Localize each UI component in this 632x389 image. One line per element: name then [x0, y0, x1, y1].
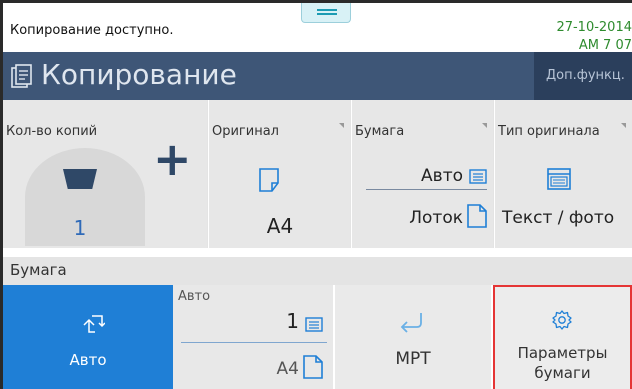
paper-auto-button[interactable]: Авто	[3, 285, 173, 389]
tray-number: 1	[286, 309, 299, 333]
paper-source: Лоток	[409, 208, 463, 228]
handle-line-icon	[317, 13, 337, 15]
document-icon	[303, 355, 323, 379]
decrease-copies-button[interactable]	[63, 169, 97, 189]
handle-line-icon	[317, 9, 337, 11]
copy-screen: Копирование доступно. 27-10-2014 AM 7 07…	[0, 0, 632, 389]
original-type-setting[interactable]: Тип оригинала Текст / фото	[494, 100, 632, 248]
paper-tray-1-button[interactable]: Авто 1 A4	[173, 285, 333, 389]
gear-icon	[552, 310, 572, 330]
paper-tray-icon	[469, 169, 487, 184]
settings-row: Кол-во копий + 1 Оригинал A4 Бумага Авто	[3, 100, 632, 248]
status-time: AM 7 07	[578, 38, 632, 53]
auto-paper-icon	[83, 315, 105, 333]
corner-marker-icon	[339, 123, 344, 128]
copies-count[interactable]: 1	[63, 216, 97, 240]
copies-label: Кол-во копий	[6, 124, 98, 139]
paper-settings-label: Параметры бумаги	[495, 343, 630, 383]
paper-mpt-button[interactable]: МРТ	[335, 285, 491, 389]
copies-setting: Кол-во копий + 1	[3, 100, 207, 248]
bypass-tray-icon	[400, 313, 422, 333]
original-type-value: Текст / фото	[502, 208, 615, 228]
document-icon	[467, 204, 487, 228]
original-setting[interactable]: Оригинал A4	[208, 100, 350, 248]
copy-icon	[11, 64, 32, 88]
paper-label: Бумага	[355, 124, 405, 139]
tray-paper-size: A4	[276, 359, 299, 379]
paper-auto-label: Авто	[69, 351, 107, 369]
paper-mode: Авто	[421, 166, 463, 186]
divider	[366, 189, 487, 190]
paper-section-label: Бумага	[10, 261, 67, 279]
more-functions-button[interactable]: Доп.функц.	[534, 52, 632, 100]
title-bar: Копирование Доп.функц.	[3, 52, 632, 100]
text-photo-icon	[547, 168, 571, 190]
status-bar: Копирование доступно. 27-10-2014 AM 7 07	[3, 3, 632, 53]
increase-copies-button[interactable]: +	[153, 136, 192, 182]
divider	[181, 342, 327, 343]
status-date: 27-10-2014	[556, 20, 632, 35]
corner-marker-icon	[621, 123, 626, 128]
tray-caption: Авто	[178, 289, 211, 304]
original-type-label: Тип оригинала	[498, 124, 600, 139]
document-icon	[259, 168, 279, 192]
paper-section-header: Бумага	[3, 257, 632, 285]
paper-settings-label-line1: Параметры	[517, 344, 608, 362]
paper-setting[interactable]: Бумага Авто Лоток	[351, 100, 493, 248]
original-size: A4	[266, 214, 294, 238]
original-label: Оригинал	[212, 124, 279, 139]
paper-settings-button[interactable]: Параметры бумаги	[493, 285, 632, 389]
paper-tray-icon	[305, 317, 323, 332]
pull-down-handle[interactable]	[301, 3, 351, 23]
status-message: Копирование доступно.	[10, 23, 174, 38]
page-title: Копирование	[41, 58, 237, 91]
paper-mpt-label: МРТ	[395, 349, 431, 369]
paper-settings-label-line2: бумаги	[534, 364, 591, 382]
corner-marker-icon	[482, 123, 487, 128]
